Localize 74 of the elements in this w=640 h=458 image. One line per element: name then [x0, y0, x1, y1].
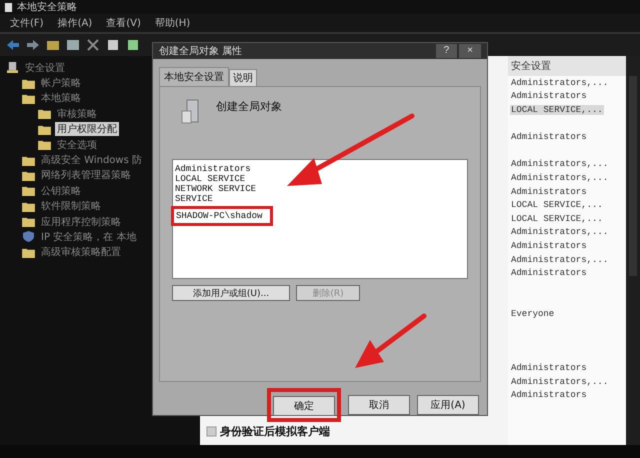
folder-icon [38, 108, 51, 120]
setting-value: Administrators [510, 390, 588, 400]
dialog-button[interactable]: 确定 [273, 396, 335, 416]
folder-icon [38, 124, 51, 135]
folder-icon [22, 170, 35, 181]
setting-value: Administrators,... [510, 78, 610, 88]
folder-icon [22, 154, 35, 166]
help-button[interactable]: ? [436, 44, 458, 58]
setting-value: Administrators [510, 268, 588, 278]
folder-icon [22, 246, 35, 258]
folder-icon [22, 185, 35, 196]
annotation-arrow [355, 314, 426, 368]
tab[interactable]: 说明 [229, 69, 257, 86]
folder-icon [22, 78, 35, 89]
tree-item[interactable]: IP 安全策略，在 本地 [39, 230, 138, 244]
policy-icon [206, 426, 217, 437]
delete-icon[interactable] [86, 39, 100, 51]
dialog-button[interactable]: 应用(A) [417, 395, 479, 415]
folder-icon [22, 200, 35, 212]
list-button[interactable]: 添加用户或组(U)... [172, 285, 290, 301]
folder-icon [38, 139, 51, 150]
setting-value: Administrators,... [510, 376, 610, 387]
column-header[interactable]: 安全设置 [508, 56, 626, 76]
tree-item[interactable]: 应用程序控制策略 [39, 214, 123, 229]
menu-item[interactable]: 操作(A) [58, 16, 92, 30]
setting-value: Administrators,... [510, 254, 610, 265]
setting-value: LOCAL SERVICE,... [510, 214, 604, 224]
account-item[interactable]: SHADOW-PC\shadow [176, 211, 262, 221]
tree-item[interactable]: 本地策略 [39, 91, 83, 106]
tree-item[interactable]: 用户权限分配 [55, 122, 119, 136]
document-icon [4, 2, 13, 12]
menu-item[interactable]: 查看(V) [106, 16, 141, 30]
computer-icon [6, 62, 19, 74]
server-icon [180, 99, 200, 125]
tree-item[interactable]: 公钥策略 [39, 184, 83, 198]
setting-value: Administrators [510, 132, 588, 142]
account-item[interactable]: NETWORK SERVICE [175, 184, 465, 194]
setting-value: Administrators [510, 240, 588, 251]
tree-item[interactable]: 帐户策略 [39, 76, 83, 90]
setting-value: Administrators,... [510, 159, 610, 170]
setting-value: LOCAL SERVICE,... [510, 104, 604, 115]
setting-value: Everyone [510, 308, 556, 319]
setting-value: Administrators [510, 363, 588, 374]
setting-value: LOCAL SERVICE,... [510, 200, 604, 210]
close-button[interactable]: × [459, 44, 481, 58]
tree-item[interactable]: 高级审核策略配置 [39, 245, 123, 260]
setting-value: Administrators,... [510, 227, 610, 238]
tree-item[interactable]: 安全选项 [55, 138, 99, 152]
setting-value: Administrators [510, 186, 588, 197]
shield-icon [22, 231, 35, 242]
tree-item[interactable]: 高级安全 Windows 防 [39, 153, 144, 168]
account-list[interactable]: Administrators LOCAL SERVICE NETWORK SERVICE SERVICE SHADOW-PC\shadow [172, 159, 468, 279]
setting-value: Administrators,... [510, 172, 610, 183]
menu-item[interactable]: 帮助(H) [154, 16, 190, 30]
menu-item[interactable]: 文件(F) [10, 16, 44, 30]
scrollbar[interactable] [626, 56, 640, 445]
back-arrow-icon[interactable] [6, 39, 20, 51]
setting-value: Administrators [510, 91, 588, 102]
tree-item[interactable]: 软件限制策略 [39, 199, 103, 214]
window-title: 本地安全策略 [17, 0, 77, 14]
account-item[interactable]: LOCAL SERVICE [175, 174, 465, 184]
folder-icon [22, 216, 35, 228]
tree-item[interactable]: 网络列表管理器策略 [39, 168, 133, 182]
account-item[interactable]: Administrators [175, 164, 465, 174]
tree-item[interactable]: 安全设置 [23, 60, 67, 75]
tab[interactable]: 本地安全设置 [159, 67, 229, 86]
policy-name[interactable]: 身份验证后模拟客户端 [220, 424, 330, 439]
tree-item[interactable]: 审核策略 [55, 106, 99, 121]
forward-arrow-icon[interactable] [26, 39, 40, 51]
dialog-title: 创建全局对象 属性 [159, 44, 242, 58]
folder-icon [22, 92, 35, 104]
dialog-button[interactable]: 取消 [348, 395, 410, 415]
account-item[interactable]: SERVICE [175, 194, 465, 204]
policy-title: 创建全局对象 [216, 99, 282, 114]
